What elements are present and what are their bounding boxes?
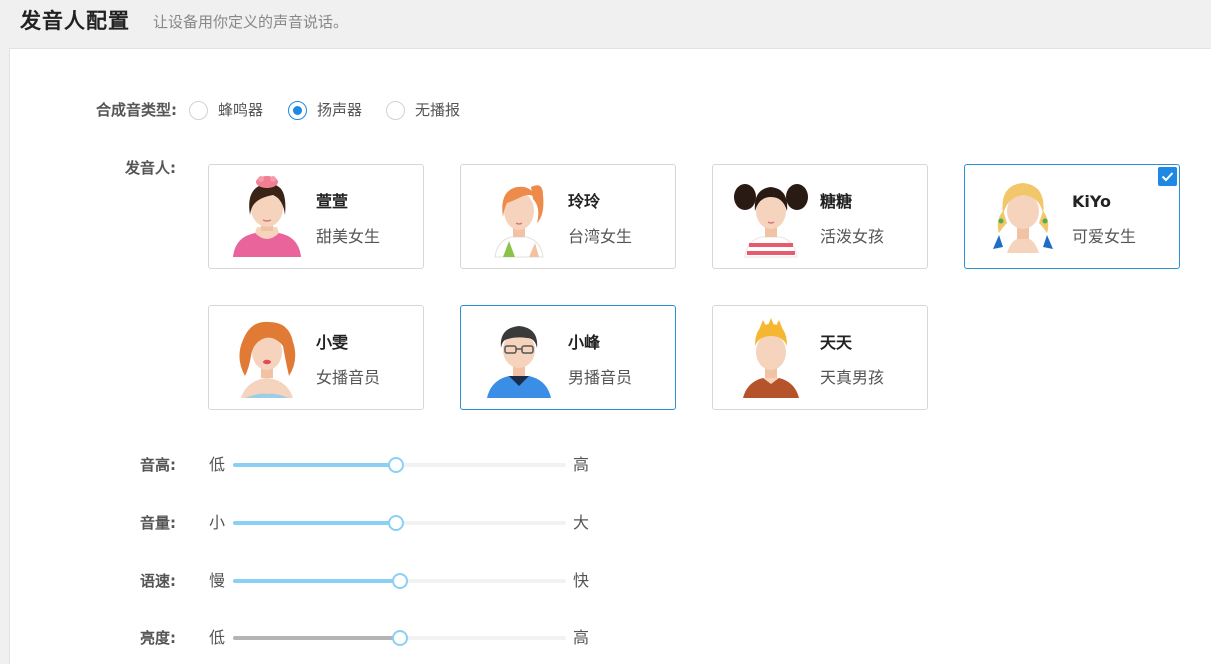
voice-card-tiantian[interactable]: 天天 天真男孩 — [712, 305, 928, 410]
voice-card-xiaowen[interactable]: 小雯 女播音员 — [208, 305, 424, 410]
voice-desc: 可爱女生 — [1072, 227, 1137, 246]
radio-none-label[interactable]: 无播报 — [415, 99, 460, 121]
voice-card-xiaofeng[interactable]: 小峰 男播音员 — [460, 305, 676, 410]
voice-card-tangtang[interactable]: 糖糖 活泼女孩 — [712, 164, 928, 269]
radio-none[interactable]: 无播报 — [386, 99, 460, 121]
speaker-label: 发音人: — [125, 159, 176, 177]
voice-desc: 甜美女生 — [316, 227, 381, 246]
brightness-slider-fill — [233, 636, 400, 640]
voice-card-kiyo[interactable]: KiYo 可爱女生 — [964, 164, 1180, 269]
speed-slider-fill — [233, 579, 400, 583]
voice-desc: 台湾女生 — [568, 227, 633, 246]
pitch-slider-fill — [233, 463, 397, 467]
voice-name: 玲玲 — [568, 192, 601, 211]
pitch-slider-thumb[interactable] — [388, 457, 405, 473]
voice-desc: 男播音员 — [568, 368, 633, 387]
voice-desc: 女播音员 — [316, 368, 381, 387]
speed-min-label: 慢 — [209, 571, 226, 590]
brightness-slider-thumb[interactable] — [391, 630, 408, 646]
brightness-slider[interactable] — [233, 630, 566, 646]
radio-none-circle[interactable] — [386, 100, 405, 120]
volume-slider[interactable] — [233, 515, 566, 531]
voice-name: 小雯 — [316, 333, 349, 352]
pitch-min-label: 低 — [209, 455, 226, 474]
radio-speaker[interactable]: 扬声器 — [288, 99, 362, 121]
volume-max-label: 大 — [573, 513, 590, 532]
speed-max-label: 快 — [573, 571, 590, 590]
voice-name: 萱萱 — [316, 192, 349, 211]
synthesis-type-label: 合成音类型: — [96, 101, 177, 119]
voice-name: 小峰 — [568, 333, 601, 352]
brightness-max-label: 高 — [573, 628, 590, 647]
volume-label: 音量: — [140, 514, 176, 532]
avatar-kiyo — [977, 171, 1069, 263]
brightness-label: 亮度: — [140, 629, 176, 647]
volume-slider-thumb[interactable] — [388, 515, 405, 531]
avatar-tangtang — [725, 171, 817, 263]
speed-label: 语速: — [140, 572, 176, 590]
voice-desc: 天真男孩 — [820, 368, 885, 387]
selected-check-icon — [1158, 167, 1177, 186]
voice-name: 糖糖 — [820, 192, 853, 211]
pitch-label: 音高: — [140, 456, 176, 474]
avatar-xuanxuan — [221, 171, 313, 263]
pitch-slider[interactable] — [233, 457, 566, 473]
avatar-xiaowen — [221, 312, 313, 404]
speed-slider[interactable] — [233, 573, 566, 589]
voice-desc: 活泼女孩 — [820, 227, 885, 246]
voice-name: KiYo — [1072, 192, 1111, 211]
radio-speaker-label[interactable]: 扬声器 — [317, 99, 362, 121]
radio-speaker-circle[interactable] — [288, 100, 307, 120]
radio-buzzer[interactable]: 蜂鸣器 — [189, 99, 263, 121]
page-header: 发音人配置 让设备用你定义的声音说话。 — [0, 0, 1211, 48]
voice-card-xuanxuan[interactable]: 萱萱 甜美女生 — [208, 164, 424, 269]
speed-slider-thumb[interactable] — [391, 573, 408, 589]
brightness-min-label: 低 — [209, 628, 226, 647]
voice-card-lingling[interactable]: 玲玲 台湾女生 — [460, 164, 676, 269]
volume-min-label: 小 — [209, 513, 226, 532]
voice-name: 天天 — [820, 333, 853, 352]
page-subtitle: 让设备用你定义的声音说话。 — [153, 13, 349, 31]
page-title: 发音人配置 — [20, 9, 130, 33]
config-panel: 合成音类型: 蜂鸣器 扬声器 无播报 发音人: 萱萱 甜美女生 玲玲 台湾女生 … — [9, 48, 1211, 664]
avatar-tiantian — [725, 312, 817, 404]
radio-buzzer-label[interactable]: 蜂鸣器 — [218, 99, 263, 121]
pitch-max-label: 高 — [573, 455, 590, 474]
volume-slider-fill — [233, 521, 397, 525]
radio-buzzer-circle[interactable] — [189, 100, 208, 120]
avatar-xiaofeng — [473, 312, 565, 404]
avatar-lingling — [473, 171, 565, 263]
